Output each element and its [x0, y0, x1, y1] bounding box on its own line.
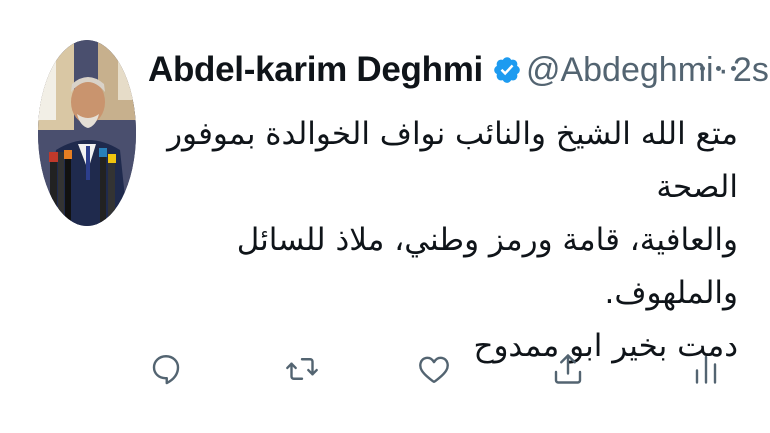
- retweet-button[interactable]: [282, 344, 322, 394]
- avatar-photo: [38, 40, 136, 226]
- tweet-header: Abdel-karim Deghmi @Abdeghmi · 2s: [148, 44, 769, 96]
- views-icon: [695, 355, 717, 384]
- reply-icon: [152, 355, 180, 385]
- tweet-text-line: متع الله الشيخ والنائب نواف الخوالدة بمو…: [167, 116, 738, 205]
- display-name[interactable]: Abdel-karim Deghmi: [148, 50, 483, 90]
- tweet-text-line: والعافية، قامة ورمز وطني، ملاذ للسائل وا…: [236, 222, 738, 311]
- share-icon: [554, 354, 582, 384]
- views-button[interactable]: [686, 344, 726, 394]
- verified-badge-icon: [492, 55, 522, 85]
- retweet-icon: [286, 358, 318, 380]
- tweet: Abdel-karim Deghmi @Abdeghmi · 2s متع ال…: [0, 0, 770, 433]
- action-bar: [0, 344, 770, 394]
- reply-button[interactable]: [146, 344, 186, 394]
- timestamp[interactable]: 2s: [733, 51, 769, 90]
- like-icon: [419, 356, 449, 383]
- share-button[interactable]: [548, 344, 588, 394]
- tweet-text: متع الله الشيخ والنائب نواف الخوالدة بمو…: [150, 108, 738, 373]
- like-button[interactable]: [414, 344, 454, 394]
- avatar[interactable]: [38, 40, 136, 226]
- handle[interactable]: @Abdeghmi: [526, 51, 714, 90]
- more-options-icon[interactable]: [700, 58, 736, 78]
